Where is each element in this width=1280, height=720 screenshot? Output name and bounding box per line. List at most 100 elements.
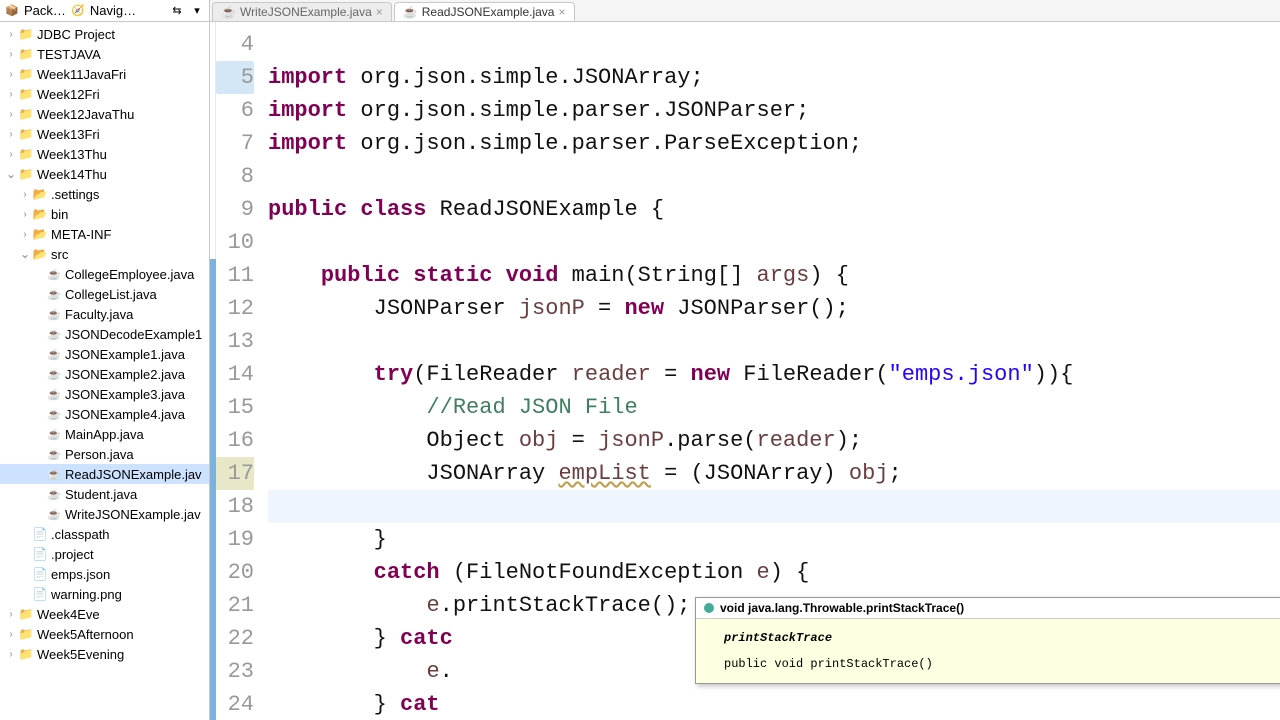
expand-arrow-icon[interactable] bbox=[32, 367, 46, 381]
tree-node[interactable]: ☕MainApp.java bbox=[0, 424, 209, 444]
expand-arrow-icon[interactable] bbox=[4, 47, 18, 61]
expand-arrow-icon[interactable] bbox=[32, 467, 46, 481]
code-line[interactable]: import org.json.simple.parser.JSONParser… bbox=[268, 94, 1280, 127]
navigator-view-tab[interactable]: 🧭 bbox=[70, 3, 86, 19]
project-explorer[interactable]: 📦 Pack… 🧭 Navig… ⇆ ▾ 📁JDBC Project📁TESTJ… bbox=[0, 0, 210, 720]
expand-arrow-icon[interactable] bbox=[32, 407, 46, 421]
tree-node[interactable]: 📁Week14Thu bbox=[0, 164, 209, 184]
tree-node[interactable]: ☕ReadJSONExample.jav bbox=[0, 464, 209, 484]
code-line[interactable]: } cat bbox=[268, 688, 1280, 720]
code-line[interactable]: //Read JSON File bbox=[268, 391, 1280, 424]
expand-arrow-icon[interactable] bbox=[18, 527, 32, 541]
tree-node[interactable]: ☕JSONExample1.java bbox=[0, 344, 209, 364]
tree-node[interactable]: 📄warning.png bbox=[0, 584, 209, 604]
code-line[interactable]: catch (FileNotFoundException e) { bbox=[268, 556, 1280, 589]
editor-tab[interactable]: ☕ReadJSONExample.java× bbox=[394, 2, 575, 21]
tree-node[interactable]: 📁TESTJAVA bbox=[0, 44, 209, 64]
code-line[interactable] bbox=[268, 226, 1280, 259]
code-line[interactable]: JSONArray empList = (JSONArray) obj; bbox=[268, 457, 1280, 490]
code-line[interactable]: Object obj = jsonP.parse(reader); bbox=[268, 424, 1280, 457]
tree-node[interactable]: 📄.classpath bbox=[0, 524, 209, 544]
tree-node[interactable]: ☕Faculty.java bbox=[0, 304, 209, 324]
java-file-icon: ☕ bbox=[403, 5, 418, 19]
sidebar-view-label[interactable]: Navig… bbox=[90, 3, 136, 18]
code-line[interactable]: JSONParser jsonP = new JSONParser(); bbox=[268, 292, 1280, 325]
editor-tab[interactable]: ☕WriteJSONExample.java× bbox=[212, 2, 392, 21]
tree-node[interactable]: 📁Week12JavaThu bbox=[0, 104, 209, 124]
expand-arrow-icon[interactable] bbox=[32, 287, 46, 301]
expand-arrow-icon[interactable] bbox=[32, 267, 46, 281]
code-line[interactable] bbox=[268, 325, 1280, 358]
expand-arrow-icon[interactable] bbox=[32, 327, 46, 341]
expand-arrow-icon[interactable] bbox=[18, 567, 32, 581]
tree-node[interactable]: 📁Week13Thu bbox=[0, 144, 209, 164]
sync-icon[interactable]: ⇆ bbox=[169, 3, 185, 19]
tree-node[interactable]: 📁JDBC Project bbox=[0, 24, 209, 44]
expand-arrow-icon[interactable] bbox=[32, 427, 46, 441]
tree-node[interactable]: 📂.settings bbox=[0, 184, 209, 204]
tree-node[interactable]: 📁Week12Fri bbox=[0, 84, 209, 104]
expand-arrow-icon[interactable] bbox=[32, 387, 46, 401]
tree-node[interactable]: 📁Week5Evening bbox=[0, 644, 209, 664]
tree-node[interactable]: ☕CollegeList.java bbox=[0, 284, 209, 304]
tree-node[interactable]: ☕JSONExample2.java bbox=[0, 364, 209, 384]
tree-node[interactable]: 📁Week11JavaFri bbox=[0, 64, 209, 84]
expand-arrow-icon[interactable] bbox=[4, 627, 18, 641]
code-line[interactable] bbox=[268, 28, 1280, 61]
java-icon: ☕ bbox=[46, 406, 62, 422]
tab-label: WriteJSONExample.java bbox=[240, 5, 372, 19]
expand-arrow-icon[interactable] bbox=[18, 587, 32, 601]
code-line[interactable]: public static void main(String[] args) { bbox=[268, 259, 1280, 292]
tree-node[interactable]: ☕CollegeEmployee.java bbox=[0, 264, 209, 284]
package-view-tab[interactable]: 📦 bbox=[4, 3, 20, 19]
expand-arrow-icon[interactable] bbox=[32, 307, 46, 321]
code-line[interactable]: import org.json.simple.JSONArray; bbox=[268, 61, 1280, 94]
expand-arrow-icon[interactable] bbox=[4, 27, 18, 41]
code-line[interactable] bbox=[268, 160, 1280, 193]
expand-arrow-icon[interactable] bbox=[18, 227, 32, 241]
code-line[interactable]: import org.json.simple.parser.ParseExcep… bbox=[268, 127, 1280, 160]
tree-node[interactable]: ☕JSONDecodeExample1 bbox=[0, 324, 209, 344]
expand-arrow-icon[interactable] bbox=[32, 347, 46, 361]
expand-arrow-icon[interactable] bbox=[4, 67, 18, 81]
tree-node-label: META-INF bbox=[51, 227, 111, 242]
project-tree[interactable]: 📁JDBC Project📁TESTJAVA📁Week11JavaFri📁Wee… bbox=[0, 22, 209, 666]
close-icon[interactable]: × bbox=[376, 5, 383, 19]
tree-node[interactable]: 📄.project bbox=[0, 544, 209, 564]
tree-node[interactable]: ☕Person.java bbox=[0, 444, 209, 464]
tree-node[interactable]: 📁Week4Eve bbox=[0, 604, 209, 624]
expand-arrow-icon[interactable] bbox=[32, 487, 46, 501]
expand-arrow-icon[interactable] bbox=[32, 507, 46, 521]
expand-arrow-icon[interactable] bbox=[18, 187, 32, 201]
sidebar-view-label[interactable]: Pack… bbox=[24, 3, 66, 18]
expand-arrow-icon[interactable] bbox=[4, 87, 18, 101]
expand-arrow-icon[interactable] bbox=[32, 447, 46, 461]
code-line[interactable]: try(FileReader reader = new FileReader("… bbox=[268, 358, 1280, 391]
tree-node[interactable]: 📂META-INF bbox=[0, 224, 209, 244]
tree-node[interactable]: ☕Student.java bbox=[0, 484, 209, 504]
expand-arrow-icon[interactable] bbox=[4, 147, 18, 161]
tree-node[interactable]: 📁Week13Fri bbox=[0, 124, 209, 144]
expand-arrow-icon[interactable] bbox=[18, 547, 32, 561]
tree-node[interactable]: 📄emps.json bbox=[0, 564, 209, 584]
close-icon[interactable]: × bbox=[558, 5, 565, 19]
tree-node[interactable]: ☕WriteJSONExample.jav bbox=[0, 504, 209, 524]
expand-arrow-icon[interactable] bbox=[4, 607, 18, 621]
expand-arrow-icon[interactable] bbox=[4, 107, 18, 121]
code-line[interactable]: public class ReadJSONExample { bbox=[268, 193, 1280, 226]
tree-node-label: JSONExample4.java bbox=[65, 407, 185, 422]
editor-tab-bar[interactable]: ☕WriteJSONExample.java×☕ReadJSONExample.… bbox=[210, 0, 1280, 22]
expand-arrow-icon[interactable] bbox=[18, 247, 32, 261]
tree-node[interactable]: 📂src bbox=[0, 244, 209, 264]
tree-node[interactable]: 📁Week5Afternoon bbox=[0, 624, 209, 644]
expand-arrow-icon[interactable] bbox=[18, 207, 32, 221]
menu-icon[interactable]: ▾ bbox=[189, 3, 205, 19]
code-line[interactable] bbox=[268, 490, 1280, 523]
tree-node[interactable]: 📂bin bbox=[0, 204, 209, 224]
expand-arrow-icon[interactable] bbox=[4, 167, 18, 181]
tree-node[interactable]: ☕JSONExample3.java bbox=[0, 384, 209, 404]
code-line[interactable]: } bbox=[268, 523, 1280, 556]
tree-node[interactable]: ☕JSONExample4.java bbox=[0, 404, 209, 424]
expand-arrow-icon[interactable] bbox=[4, 127, 18, 141]
expand-arrow-icon[interactable] bbox=[4, 647, 18, 661]
